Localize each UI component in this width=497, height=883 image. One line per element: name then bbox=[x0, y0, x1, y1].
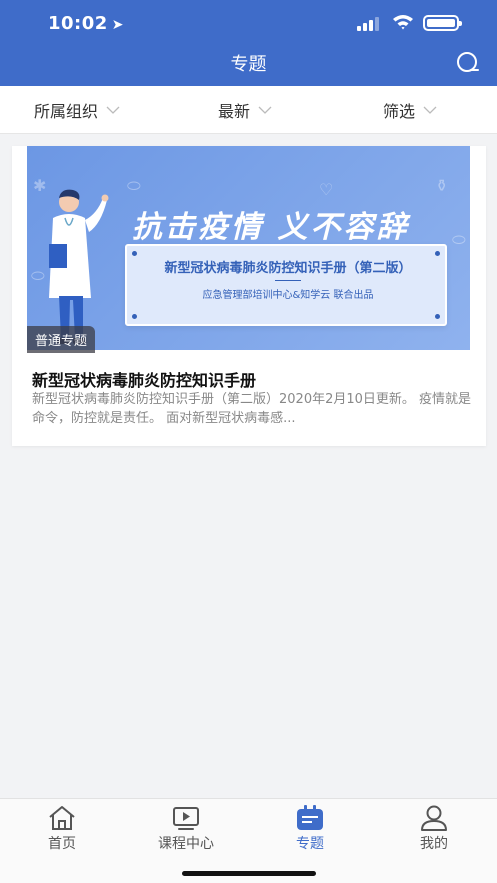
banner-book-title: 新型冠状病毒肺炎防控知识手册（第二版） bbox=[164, 261, 412, 276]
pill-icon: ⬭ bbox=[127, 176, 141, 195]
topic-banner-image: ✱ ⬭ ♡ ⚱ ⬭ ⬭ 抗击疫情 义不容辞 新型冠状病毒肺炎防控知识手册（第二版… bbox=[27, 146, 470, 350]
chevron-down-icon bbox=[258, 106, 272, 114]
topic-card[interactable]: ✱ ⬭ ♡ ⚱ ⬭ ⬭ 抗击疫情 义不容辞 新型冠状病毒肺炎防控知识手册（第二版… bbox=[12, 146, 486, 446]
tab-home-label: 首页 bbox=[48, 836, 76, 852]
wifi-icon bbox=[393, 15, 413, 30]
tab-topic[interactable]: 专题 bbox=[248, 799, 372, 859]
topic-description: 新型冠状病毒肺炎防控知识手册（第二版）2020年2月10日更新。 疫情就是命令，… bbox=[32, 392, 472, 426]
lungs-icon: ♡ bbox=[319, 180, 334, 199]
filter-bar: 所属组织 最新 筛选 bbox=[0, 86, 497, 134]
tab-topic-label: 专题 bbox=[296, 836, 324, 852]
filter-organization-label: 所属组织 bbox=[34, 102, 99, 121]
search-icon bbox=[457, 52, 479, 72]
bottle-icon: ⚱ bbox=[435, 176, 449, 195]
pill-icon: ⬭ bbox=[452, 230, 466, 249]
search-button[interactable] bbox=[455, 50, 481, 74]
chevron-down-icon bbox=[423, 106, 437, 114]
home-icon bbox=[49, 806, 75, 830]
filter-organization[interactable]: 所属组织 bbox=[34, 86, 120, 134]
cellular-signal-icon bbox=[357, 17, 383, 31]
filter-latest[interactable]: 最新 bbox=[218, 86, 272, 134]
tab-course-center-label: 课程中心 bbox=[158, 836, 214, 852]
video-icon bbox=[173, 807, 199, 830]
topic-type-badge: 普通专题 bbox=[27, 326, 96, 353]
page-title: 专题 bbox=[230, 54, 267, 75]
topic-title: 新型冠状病毒肺炎防控知识手册 bbox=[32, 371, 257, 390]
chevron-down-icon bbox=[106, 106, 120, 114]
home-indicator[interactable] bbox=[182, 871, 316, 876]
topic-icon bbox=[297, 805, 323, 830]
tab-home[interactable]: 首页 bbox=[0, 799, 124, 859]
filter-latest-label: 最新 bbox=[218, 102, 251, 121]
filter-screen[interactable]: 筛选 bbox=[383, 86, 437, 134]
banner-divider bbox=[275, 280, 301, 281]
filter-screen-label: 筛选 bbox=[383, 102, 416, 121]
tab-course-center[interactable]: 课程中心 bbox=[124, 799, 248, 859]
status-time-text: 10:02 bbox=[48, 13, 108, 34]
user-icon bbox=[421, 805, 447, 831]
tab-mine-label: 我的 bbox=[420, 836, 448, 852]
banner-book-subtitle: 应急管理部培训中心&知学云 联合出品 bbox=[202, 290, 374, 301]
tab-mine[interactable]: 我的 bbox=[372, 799, 496, 859]
top-header: 10:02 ➤ 专题 bbox=[0, 0, 497, 86]
location-arrow-icon: ➤ bbox=[111, 17, 125, 33]
battery-icon bbox=[423, 15, 462, 31]
banner-book-box: 新型冠状病毒肺炎防控知识手册（第二版） 应急管理部培训中心&知学云 联合出品 bbox=[125, 244, 447, 326]
status-time: 10:02 ➤ bbox=[48, 13, 124, 34]
status-bar: 10:02 ➤ bbox=[0, 0, 497, 44]
banner-slogan: 抗击疫情 义不容辞 bbox=[132, 210, 410, 245]
